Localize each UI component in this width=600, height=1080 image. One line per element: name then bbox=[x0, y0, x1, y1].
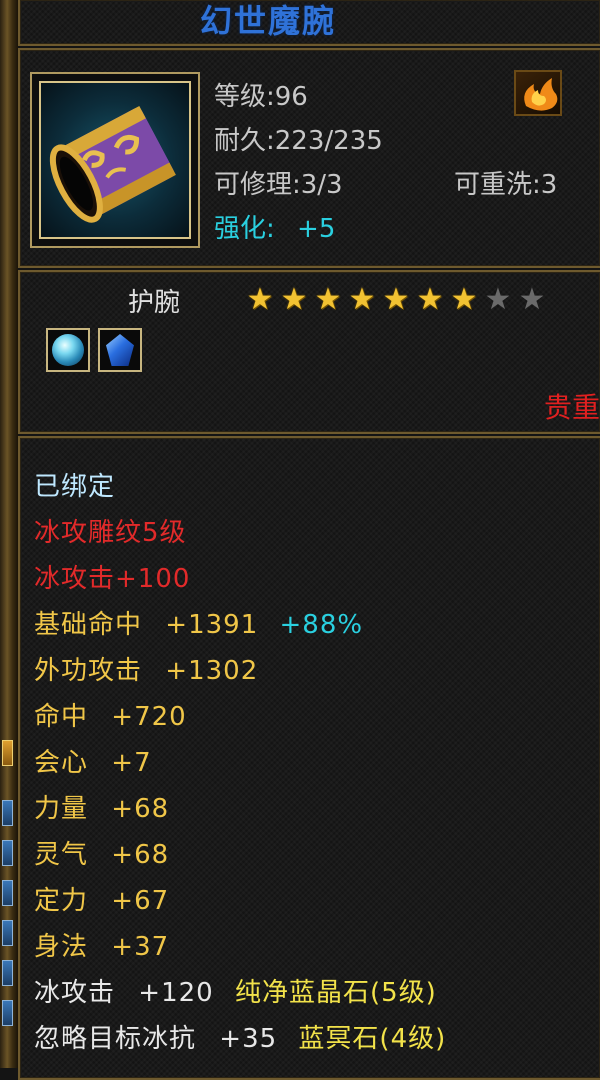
item-level: 等级:96 bbox=[214, 82, 308, 112]
frame-tab-2 bbox=[2, 800, 13, 826]
strength-line: 力量 +68 bbox=[34, 788, 169, 825]
spirit-label: 灵气 bbox=[34, 840, 89, 870]
frame-tab-6 bbox=[2, 960, 13, 986]
focus-label: 定力 bbox=[34, 886, 89, 916]
outer-attack-line: 外功攻击 +1302 bbox=[34, 650, 258, 687]
item-type-label: 护腕 bbox=[128, 288, 181, 318]
spirit-line: 灵气 +68 bbox=[34, 834, 169, 871]
star-empty-icon: ★ bbox=[518, 282, 546, 317]
crit-line: 会心 +7 bbox=[34, 742, 152, 779]
engrave-line: 冰攻雕纹5级 bbox=[34, 518, 187, 548]
spirit-value: +68 bbox=[111, 840, 170, 870]
frame-tab-3 bbox=[2, 840, 13, 866]
enhance-value: +5 bbox=[297, 214, 336, 244]
strength-value: +68 bbox=[111, 794, 170, 824]
star-filled-icon: ★ bbox=[314, 282, 342, 317]
star-filled-icon: ★ bbox=[450, 282, 478, 317]
base-hit-label: 基础命中 bbox=[34, 610, 143, 640]
gem2-value: +35 bbox=[219, 1024, 278, 1054]
fire-rune-icon[interactable] bbox=[514, 70, 562, 116]
gem1-value: +120 bbox=[138, 978, 214, 1008]
precious-tag: 贵重 bbox=[544, 391, 600, 424]
crit-value: +7 bbox=[111, 748, 152, 778]
focus-line: 定力 +67 bbox=[34, 880, 169, 917]
hit-label: 命中 bbox=[34, 702, 89, 732]
base-hit-value: +1391 bbox=[165, 610, 259, 640]
hit-value: +720 bbox=[111, 702, 187, 732]
blue-sapphire-gem-icon[interactable] bbox=[98, 328, 142, 372]
star-filled-icon: ★ bbox=[348, 282, 376, 317]
left-window-frame bbox=[0, 0, 18, 1068]
star-filled-icon: ★ bbox=[416, 282, 444, 317]
purple-gold-bracer-icon bbox=[39, 81, 191, 239]
frame-tab-4 bbox=[2, 880, 13, 906]
star-filled-icon: ★ bbox=[246, 282, 274, 317]
item-icon-slot[interactable] bbox=[30, 72, 200, 248]
gem2-line: 忽略目标冰抗 +35 蓝冥石(4级) bbox=[34, 1018, 446, 1055]
ice-attack-line: 冰攻击+100 bbox=[34, 564, 191, 594]
star-rating: ★ ★ ★ ★ ★ ★ ★ ★ ★ bbox=[244, 282, 548, 318]
frame-tab-5 bbox=[2, 920, 13, 946]
gem1-label: 冰攻击 bbox=[34, 978, 116, 1008]
item-enhance: 强化: +5 bbox=[214, 208, 335, 245]
star-filled-icon: ★ bbox=[382, 282, 410, 317]
frame-tab-1 bbox=[2, 740, 13, 766]
item-rewash: 可重洗:3 bbox=[454, 170, 558, 200]
agility-line: 身法 +37 bbox=[34, 926, 169, 963]
base-hit-pct: +88% bbox=[279, 610, 364, 640]
focus-value: +67 bbox=[111, 886, 170, 916]
frame-tab-7 bbox=[2, 1000, 13, 1026]
ice-crystal-gem-icon[interactable] bbox=[46, 328, 90, 372]
bound-status: 已绑定 bbox=[34, 472, 116, 502]
agility-value: +37 bbox=[111, 932, 170, 962]
crit-label: 会心 bbox=[34, 748, 89, 778]
item-name: 幻世魔腕 bbox=[200, 2, 337, 40]
gem1-name: 纯净蓝晶石(5级) bbox=[234, 978, 437, 1008]
gem2-label: 忽略目标冰抗 bbox=[34, 1024, 197, 1054]
gem1-line: 冰攻击 +120 纯净蓝晶石(5级) bbox=[34, 972, 437, 1009]
base-hit-line: 基础命中 +1391 +88% bbox=[34, 604, 363, 641]
strength-label: 力量 bbox=[34, 794, 89, 824]
gem2-name: 蓝冥石(4级) bbox=[298, 1024, 447, 1054]
outer-attack-label: 外功攻击 bbox=[34, 656, 143, 686]
item-durability: 耐久:223/235 bbox=[214, 126, 383, 156]
hit-line: 命中 +720 bbox=[34, 696, 187, 733]
star-empty-icon: ★ bbox=[484, 282, 512, 317]
enhance-label: 强化: bbox=[214, 214, 275, 244]
outer-attack-value: +1302 bbox=[165, 656, 259, 686]
agility-label: 身法 bbox=[34, 932, 89, 962]
item-repairable: 可修理:3/3 bbox=[214, 170, 343, 200]
star-filled-icon: ★ bbox=[280, 282, 308, 317]
